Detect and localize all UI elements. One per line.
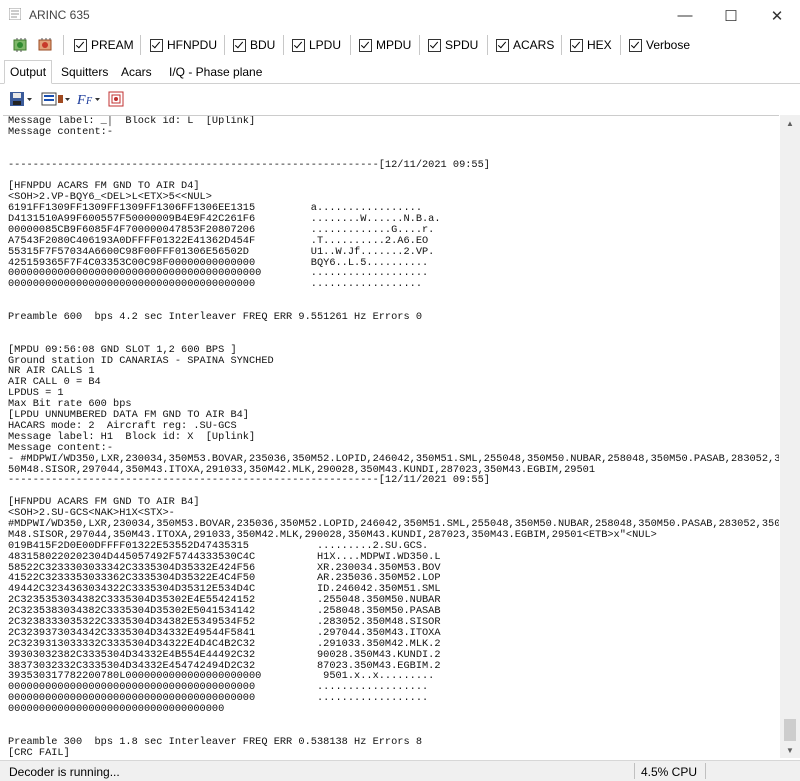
log-line: 55315F7F57034A6600C98F00FFF01306E56502D …: [3, 247, 779, 258]
log-line: 0000000000000000000000000000000000000000…: [3, 279, 779, 290]
toolbar-divider: [419, 35, 420, 55]
toolbar-divider: [350, 35, 351, 55]
close-button[interactable]: ✕: [754, 0, 800, 31]
tab-strip: Output Squitters Acars I/Q - Phase plane: [0, 61, 800, 84]
checkbox-hfnpdu[interactable]: HFNPDU: [150, 33, 217, 57]
toolbar-divider: [224, 35, 225, 55]
color-icon: [41, 91, 71, 107]
log-line: Preamble 300 bps 1.8 sec Interleaver FRE…: [3, 737, 779, 748]
vertical-scrollbar[interactable]: ▲ ▼: [780, 115, 800, 758]
checkbox-icon[interactable]: [496, 39, 509, 52]
log-line: [MPDU 09:56:08 GND SLOT 1,2 600 BPS ]: [3, 345, 779, 356]
toolbar-divider: [283, 35, 284, 55]
log-line: NR AIR CALLS 1: [3, 366, 779, 377]
title-bar: ARINC 635 — ☐ ✕: [0, 0, 800, 31]
log-line: [CRC FAIL]: [3, 748, 779, 759]
log-line: Message content:-: [3, 127, 779, 138]
tab-iq-phase-plane[interactable]: I/Q - Phase plane: [164, 61, 267, 83]
checkbox-pream[interactable]: PREAM: [74, 33, 134, 57]
checkbox-label: Verbose: [646, 38, 690, 52]
checkbox-label: PREAM: [91, 38, 134, 52]
minimize-icon: —: [678, 7, 693, 24]
window-title: ARINC 635: [29, 8, 90, 22]
checkbox-lpdu[interactable]: LPDU: [292, 33, 341, 57]
checkbox-icon[interactable]: [150, 39, 163, 52]
log-line: 00000000000000000000000000000000000: [3, 704, 779, 715]
status-divider: [634, 763, 635, 779]
log-line: 019B415F2D0E00DFFFF01322E53552D47435315 …: [3, 541, 779, 552]
checkbox-mpdu[interactable]: MPDU: [359, 33, 411, 57]
svg-text:F: F: [85, 96, 93, 107]
app-icon: [9, 8, 21, 20]
log-line: Message label: _│ Block id: L [Uplink]: [3, 116, 779, 127]
log-line: 4831580220202304D445057492F5744333530C4C…: [3, 552, 779, 563]
maximize-icon: ☐: [724, 7, 737, 25]
checkbox-icon[interactable]: [359, 39, 372, 52]
scroll-thumb[interactable]: [784, 719, 796, 741]
color-button[interactable]: [41, 90, 71, 108]
save-button[interactable]: [9, 90, 33, 108]
checkbox-label: MPDU: [376, 38, 411, 52]
status-divider: [705, 763, 706, 779]
log-line: ----------------------------------------…: [3, 160, 779, 171]
checkbox-icon[interactable]: [428, 39, 441, 52]
checkbox-spdu[interactable]: SPDU: [428, 33, 478, 57]
checkbox-hex[interactable]: HEX: [570, 33, 612, 57]
toolbar-divider: [620, 35, 621, 55]
scroll-up-icon[interactable]: ▲: [780, 115, 800, 131]
log-line: 2C3239313033332C3335304D34322E4D4C4B2C32…: [3, 639, 779, 650]
checkbox-label: LPDU: [309, 38, 341, 52]
tab-squitters[interactable]: Squitters: [56, 61, 113, 83]
log-line: ----------------------------------------…: [3, 475, 779, 486]
checkbox-bdu[interactable]: BDU: [233, 33, 275, 57]
svg-text:F: F: [76, 93, 86, 107]
checkbox-label: HEX: [587, 38, 612, 52]
log-line: - #MDPWI/WD350,LXR,230034,350M53.BOVAR,2…: [3, 454, 779, 465]
tab-acars[interactable]: Acars: [116, 61, 157, 83]
log-line: [3, 138, 779, 149]
clear-button[interactable]: [108, 90, 124, 108]
log-line: 39303032382C3335304D34332E4B554E44492C32…: [3, 650, 779, 661]
start-icon[interactable]: [12, 37, 30, 53]
clear-icon: [108, 91, 124, 107]
toolbar-divider: [63, 35, 64, 55]
checkbox-acars[interactable]: ACARS: [496, 33, 554, 57]
checkbox-label: HFNPDU: [167, 38, 217, 52]
log-line: [3, 290, 779, 301]
close-icon: ✕: [771, 7, 784, 25]
log-line: Preamble 600 bps 4.2 sec Interleaver FRE…: [3, 312, 779, 323]
tab-output[interactable]: Output: [4, 60, 52, 84]
log-line: Ground station ID CANARIAS - SPAINA SYNC…: [3, 356, 779, 367]
cpu-usage: 4.5% CPU: [641, 765, 697, 779]
stop-icon[interactable]: [37, 37, 55, 53]
status-message: Decoder is running...: [9, 765, 120, 779]
save-icon: [9, 91, 33, 107]
toolbar-divider: [140, 35, 141, 55]
font-icon: F F: [76, 91, 104, 107]
toolbar-divider: [487, 35, 488, 55]
log-line: [3, 323, 779, 334]
checkbox-icon[interactable]: [629, 39, 642, 52]
checkbox-icon[interactable]: [233, 39, 246, 52]
checkbox-icon[interactable]: [74, 39, 87, 52]
log-line: [3, 715, 779, 726]
status-bar: Decoder is running... 4.5% CPU: [0, 760, 800, 781]
minimize-button[interactable]: —: [662, 0, 708, 31]
checkbox-icon[interactable]: [570, 39, 583, 52]
font-button[interactable]: F F: [76, 90, 104, 108]
checkbox-verbose[interactable]: Verbose: [629, 33, 690, 57]
checkbox-label: SPDU: [445, 38, 478, 52]
log-line: [3, 149, 779, 160]
scroll-down-icon[interactable]: ▼: [780, 742, 800, 758]
checkbox-label: BDU: [250, 38, 275, 52]
checkbox-icon[interactable]: [292, 39, 305, 52]
toolbar-divider: [561, 35, 562, 55]
log-line: AIR CALL 0 = B4: [3, 377, 779, 388]
log-line: Message content:-: [3, 443, 779, 454]
log-line: Message label: H1 Block id: X [Uplink]: [3, 432, 779, 443]
decoder-output[interactable]: Message label: _│ Block id: L [Uplink]Me…: [3, 115, 779, 759]
maximize-button[interactable]: ☐: [708, 0, 754, 31]
checkbox-label: ACARS: [513, 38, 554, 52]
